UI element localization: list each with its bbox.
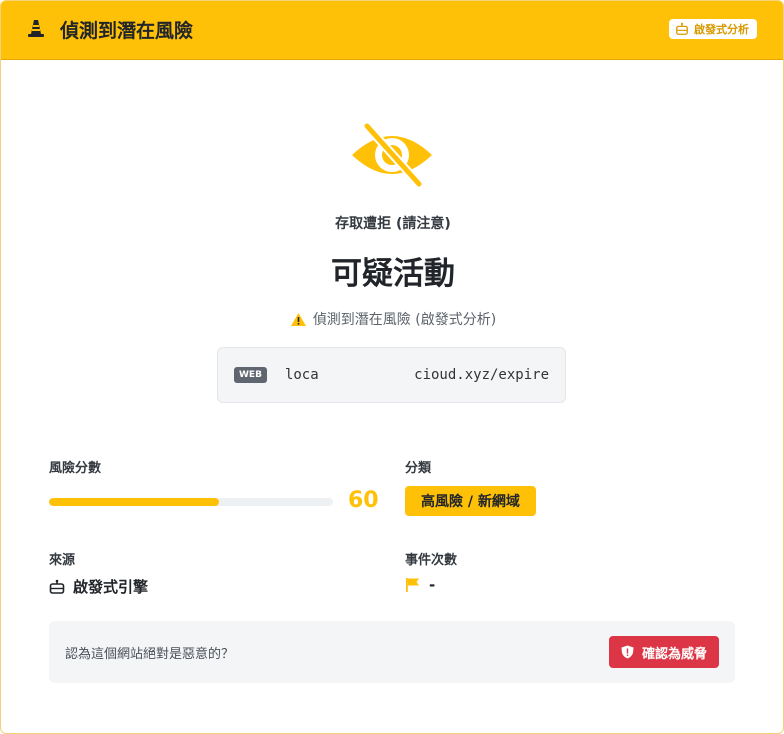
risk-progress-bar [49,498,333,506]
page-title: 可疑活動 [331,256,455,292]
source-text: 啟發式引擎 [73,578,149,596]
warning-line: 偵測到潛在風險 (啟發式分析) [1,309,783,329]
flag-icon [406,578,419,592]
shield-exclamation-icon [621,645,634,659]
risk-score-label: 風險分數 [49,461,102,476]
category-badge: 高風險 / 新網域 [405,486,536,516]
traffic-cone-icon [28,20,44,37]
event-count-value: - [405,576,435,594]
source-label: 來源 [49,553,76,568]
confirm-question: 認為這個網站絕對是惡意的？ [65,647,235,662]
event-count-label: 事件次數 [405,553,458,568]
heuristic-badge: 啟發式分析 [669,19,757,39]
alert-card: 偵測到潛在風險 啟發式分析 存取遭拒 (請注意) 可疑活動 偵測到潛在風險 (啟… [0,0,784,734]
warning-text: 偵測到潛在風險 (啟發式分析) [312,312,497,328]
risk-progress-fill [49,498,220,506]
robot-icon [676,22,688,35]
access-denied-subtitle: 存取遭拒 (請注意) [335,216,451,232]
url-box: WEB loca cioud.xyz/expire [217,347,566,403]
url-end: cioud.xyz/expire [414,367,549,383]
eye-slash-icon [352,122,432,188]
category-label: 分類 [405,461,432,476]
alert-header: 偵測到潛在風險 啟發式分析 [1,1,783,60]
alert-title: 偵測到潛在風險 [60,20,194,42]
confirm-threat-panel: 認為這個網站絕對是惡意的？ 確認為威脅 [49,621,735,683]
heuristic-badge-label: 啟發式分析 [694,23,749,36]
confirm-threat-label: 確認為威脅 [641,646,707,662]
warning-triangle-icon [290,312,306,326]
event-count-text: - [429,576,436,594]
source-value: 啟發式引擎 [49,576,148,597]
url-start: loca [284,367,319,383]
web-badge: WEB [234,367,267,383]
confirm-threat-button[interactable]: 確認為威脅 [608,636,719,668]
robot-icon [49,579,65,594]
risk-score-value: 60 [348,488,379,513]
